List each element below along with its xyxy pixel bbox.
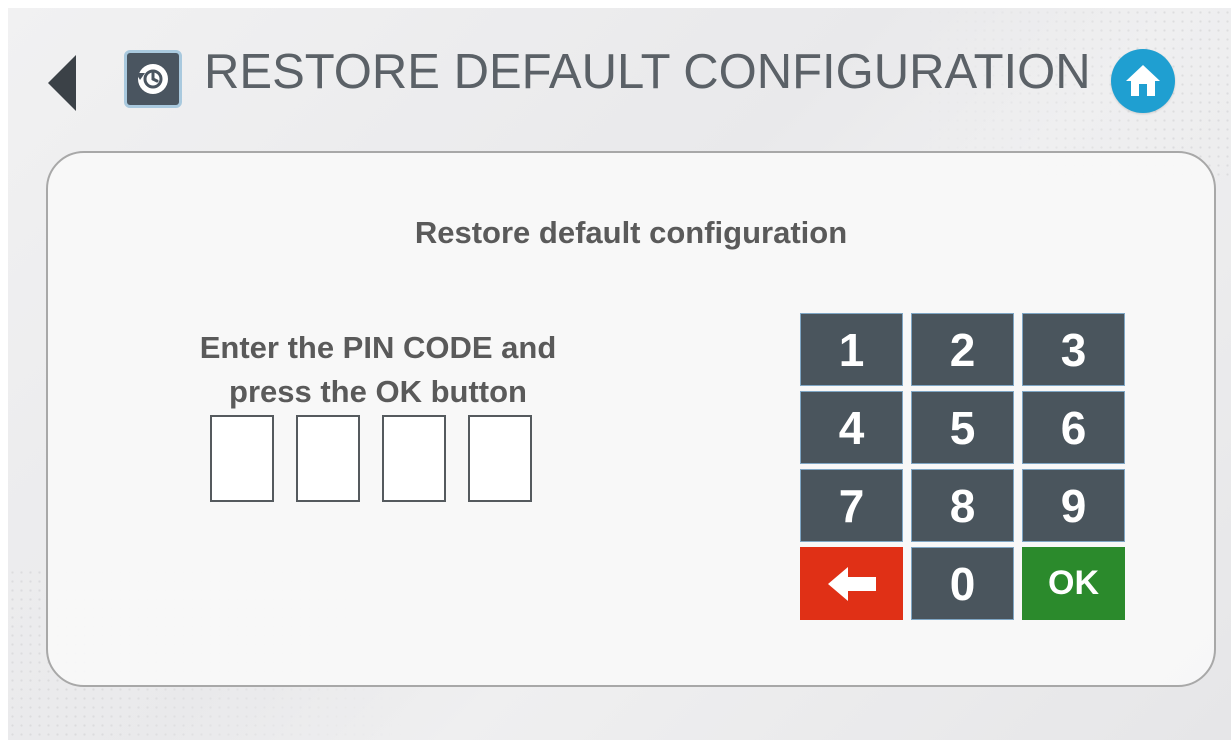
left-arrow-icon: [827, 566, 876, 601]
page-title: RESTORE DEFAULT CONFIGURATION: [204, 45, 1091, 99]
home-button[interactable]: [1111, 49, 1175, 113]
back-button[interactable]: [46, 53, 82, 113]
key-1[interactable]: 1: [800, 313, 903, 386]
pin-prompt: Enter the PIN CODE and press the OK butt…: [158, 326, 598, 414]
pin-digit-4[interactable]: [468, 415, 532, 502]
pin-prompt-line1: Enter the PIN CODE and: [199, 330, 557, 365]
pin-input: [210, 415, 532, 502]
key-0[interactable]: 0: [911, 547, 1014, 620]
home-icon: [1126, 65, 1160, 96]
key-7[interactable]: 7: [800, 469, 903, 542]
ok-button[interactable]: OK: [1022, 547, 1125, 620]
key-4[interactable]: 4: [800, 391, 903, 464]
pin-digit-3[interactable]: [382, 415, 446, 502]
panel-heading: Restore default configuration: [414, 215, 848, 250]
numeric-keypad: 1 2 3 4 5 6 7 8 9 0 OK: [800, 313, 1125, 620]
pin-digit-1[interactable]: [210, 415, 274, 502]
back-arrow-icon: [48, 55, 76, 111]
restore-panel: Restore default configuration Enter the …: [46, 151, 1216, 687]
key-8[interactable]: 8: [911, 469, 1014, 542]
screen: RESTORE DEFAULT CONFIGURATION Restore de…: [8, 8, 1231, 740]
key-6[interactable]: 6: [1022, 391, 1125, 464]
restore-icon: [124, 50, 182, 108]
key-5[interactable]: 5: [911, 391, 1014, 464]
pin-digit-2[interactable]: [296, 415, 360, 502]
key-3[interactable]: 3: [1022, 313, 1125, 386]
key-9[interactable]: 9: [1022, 469, 1125, 542]
pin-prompt-line2: press the OK button: [229, 374, 527, 409]
backspace-button[interactable]: [800, 547, 903, 620]
key-2[interactable]: 2: [911, 313, 1014, 386]
